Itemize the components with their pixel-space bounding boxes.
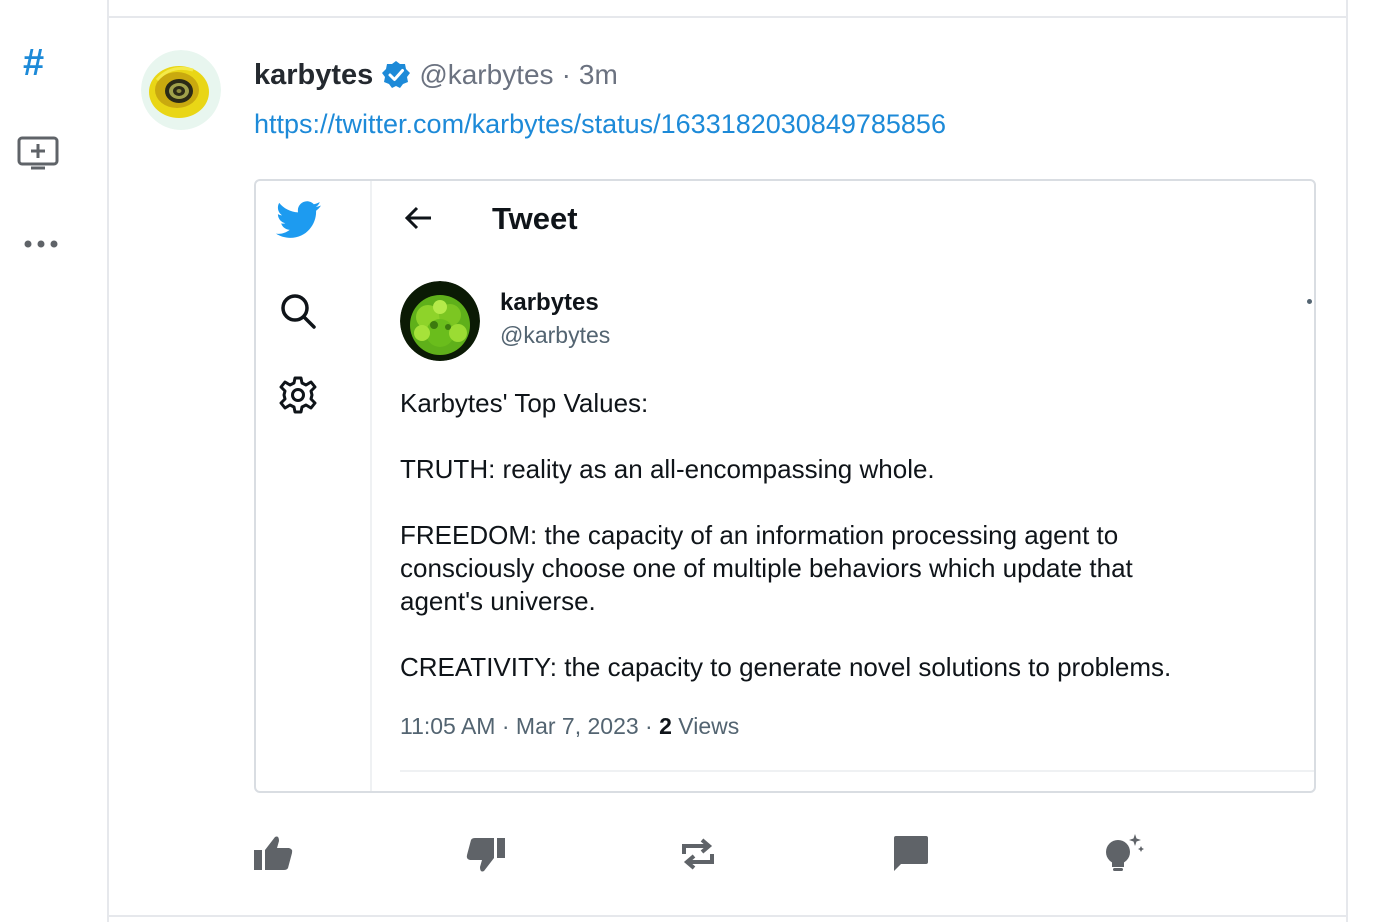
embed-pane: Tweet karbytes @karbytes Karbytes' Top V… <box>374 181 1314 791</box>
embed-avatar <box>400 281 480 361</box>
views-count: 2 <box>659 713 672 739</box>
embed-author-handle: @karbytes <box>500 322 611 348</box>
post-link[interactable]: https://twitter.com/karbytes/status/1633… <box>254 109 946 140</box>
tweet-paragraph: TRUTH: reality as an all-encompassing wh… <box>400 454 935 484</box>
feed-column: karbytes @karbytes · 3m https://twitter.… <box>107 0 1348 922</box>
embed-page-title: Tweet <box>492 201 578 236</box>
embed-author-name: karbytes <box>500 289 599 316</box>
twitter-bird-icon <box>276 201 322 238</box>
tweet-paragraph: FREEDOM: the capacity of an information … <box>400 520 1133 616</box>
tweet-paragraph: CREATIVITY: the capacity to generate nov… <box>400 652 1172 682</box>
search-icon <box>281 294 316 329</box>
new-post-icon[interactable] <box>17 136 59 170</box>
embed-sidebar <box>256 181 372 791</box>
embed-tweet-text: Karbytes' Top Values: TRUTH: reality as … <box>400 387 1300 717</box>
post-time[interactable]: 3m <box>579 59 618 91</box>
like-icon[interactable] <box>251 832 295 876</box>
dislike-icon[interactable] <box>464 832 508 876</box>
more-dot-icon <box>1307 299 1312 304</box>
post-header: karbytes @karbytes · 3m <box>254 58 618 92</box>
more-icon[interactable] <box>22 236 60 252</box>
divider <box>109 915 1346 917</box>
left-rail: # <box>0 0 107 922</box>
avatar[interactable] <box>141 50 221 130</box>
hashtag-icon[interactable]: # <box>23 44 44 82</box>
verified-badge-icon <box>382 61 411 88</box>
back-arrow-icon <box>404 206 431 230</box>
separator: · <box>561 59 571 90</box>
divider <box>400 770 1314 772</box>
insight-icon[interactable] <box>1101 832 1145 876</box>
author-handle[interactable]: @karbytes <box>419 59 553 91</box>
comment-icon[interactable] <box>889 832 933 876</box>
timestamp-text: 11:05 AM · Mar 7, 2023 · <box>400 713 660 739</box>
views-label: Views <box>671 713 740 739</box>
embed-timestamp: 11:05 AM · Mar 7, 2023 · 2 Views <box>400 713 739 740</box>
repost-icon[interactable] <box>676 832 720 876</box>
author-name[interactable]: karbytes <box>254 59 373 92</box>
embedded-image[interactable]: Tweet karbytes @karbytes Karbytes' Top V… <box>254 179 1316 793</box>
gear-icon <box>279 376 317 414</box>
tweet-paragraph: Karbytes' Top Values: <box>400 388 649 418</box>
divider <box>109 16 1346 18</box>
